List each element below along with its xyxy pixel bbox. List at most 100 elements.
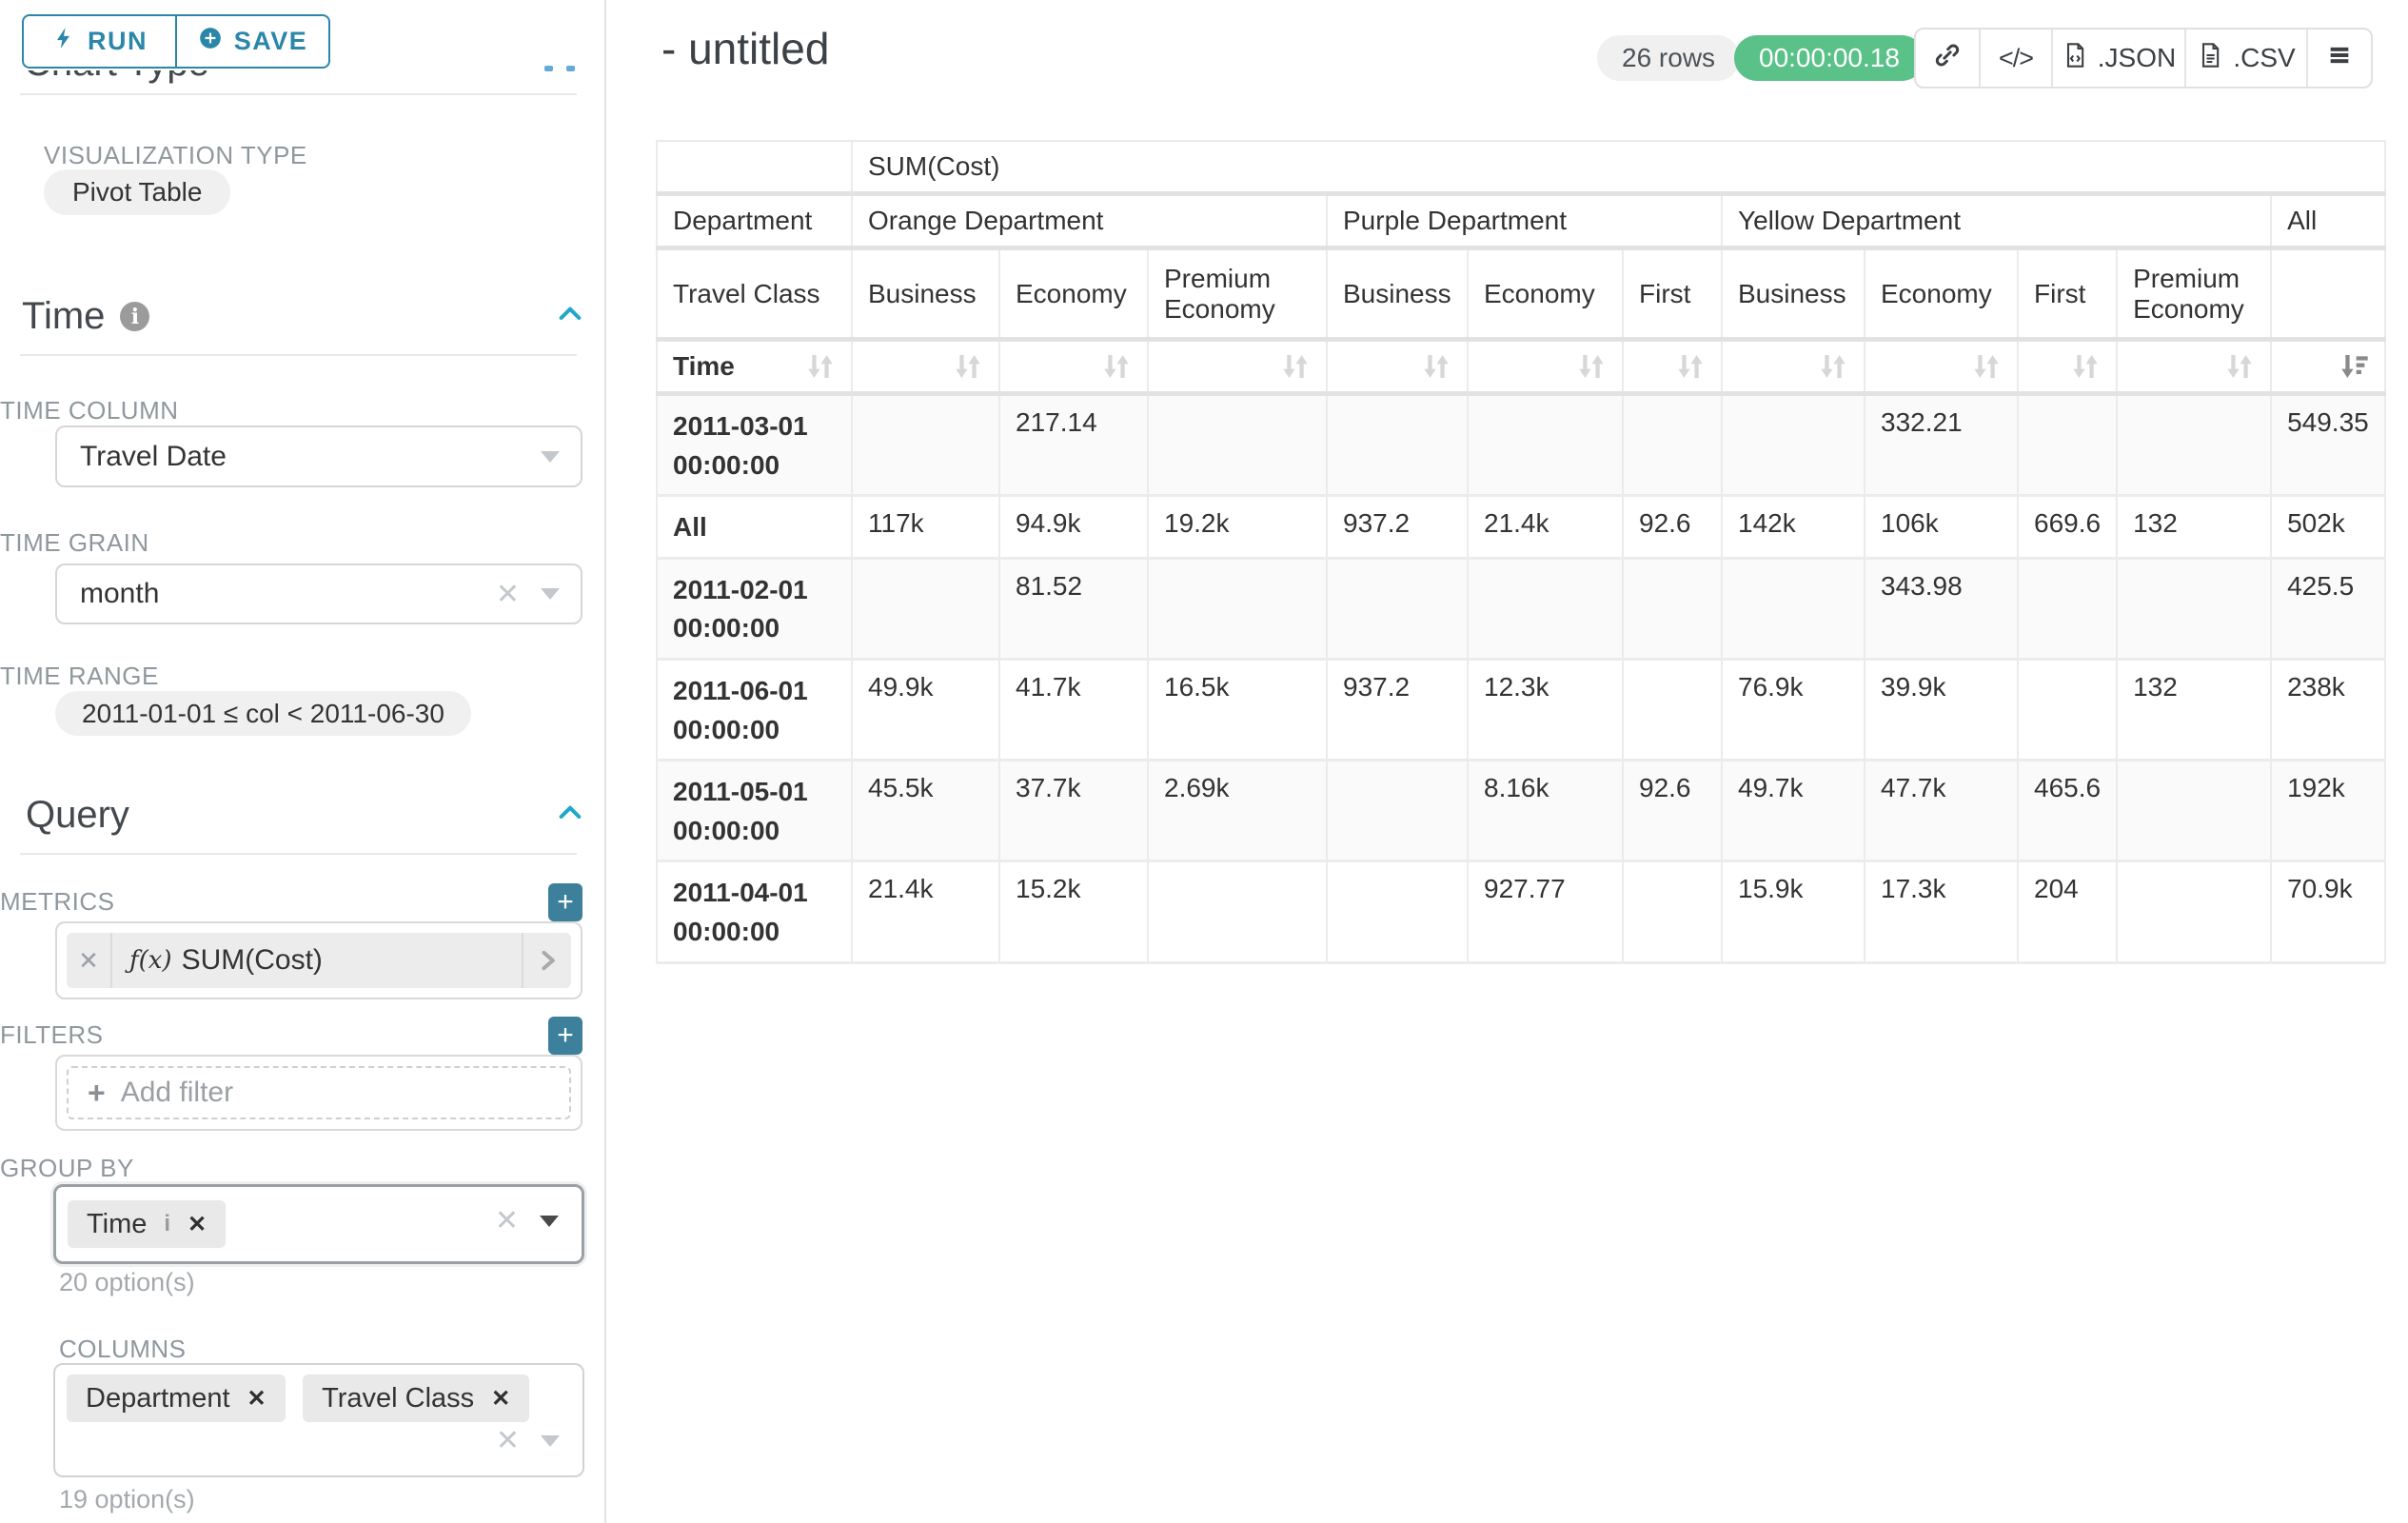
caret-down-icon bbox=[541, 451, 560, 463]
export-csv-button[interactable]: .CSV bbox=[2184, 30, 2306, 87]
groupby-tag-time[interactable]: Time i ✕ bbox=[68, 1200, 226, 1248]
lightning-bolt-icon bbox=[51, 26, 76, 57]
pivot-data-row: 2011-03-01 00:00:00217.14332.21549.35 bbox=[657, 394, 2385, 496]
pivot-column-header: Economy bbox=[999, 248, 1148, 340]
pivot-value-cell bbox=[1327, 394, 1468, 496]
pivot-value-cell bbox=[1623, 394, 1722, 496]
panel-drag-handle[interactable] bbox=[544, 66, 575, 71]
control-panel-sidebar: Chart Type RUN SAVE VISUALIZATION TYPE P… bbox=[0, 0, 606, 1523]
groupby-select[interactable]: Time i ✕ ✕ bbox=[53, 1184, 584, 1264]
columns-tag-department[interactable]: Department ✕ bbox=[67, 1375, 286, 1422]
pivot-row-dimension-header: Department bbox=[657, 194, 852, 248]
pivot-data-row: 2011-05-01 00:00:0045.5k37.7k2.69k8.16k9… bbox=[657, 761, 2385, 861]
pivot-sort-header[interactable] bbox=[2117, 340, 2271, 394]
columns-tag-label: Travel Class bbox=[322, 1383, 474, 1414]
pivot-value-cell bbox=[2018, 558, 2117, 659]
pivot-value-cell bbox=[1468, 558, 1623, 659]
query-section-header: Query bbox=[26, 794, 585, 837]
chart-title[interactable]: - untitled bbox=[661, 23, 829, 74]
pivot-value-cell: 425.5 bbox=[2271, 558, 2385, 659]
info-icon: i bbox=[164, 1211, 170, 1237]
pivot-group-header: All bbox=[2271, 194, 2385, 248]
time-range-pill[interactable]: 2011-01-01 ≤ col < 2011-06-30 bbox=[55, 691, 471, 736]
pivot-sort-header[interactable] bbox=[1327, 340, 1468, 394]
pivot-sort-header[interactable] bbox=[1148, 340, 1327, 394]
remove-metric-icon[interactable]: ✕ bbox=[67, 933, 112, 988]
pivot-row-label: 2011-06-01 00:00:00 bbox=[657, 659, 852, 760]
pivot-value-cell bbox=[2117, 761, 2271, 861]
chevron-up-icon[interactable] bbox=[555, 299, 585, 334]
time-section-header: Time i bbox=[22, 295, 585, 338]
time-grain-value: month bbox=[57, 578, 496, 610]
pivot-sort-header-desc[interactable] bbox=[2271, 340, 2385, 394]
pivot-data-row: 2011-06-01 00:00:0049.9k41.7k16.5k937.21… bbox=[657, 659, 2385, 760]
pivot-value-cell: 927.77 bbox=[1468, 861, 1623, 962]
pivot-sort-header[interactable] bbox=[1623, 340, 1722, 394]
chevron-up-icon[interactable] bbox=[555, 798, 585, 833]
add-metric-button[interactable]: + bbox=[548, 883, 582, 921]
remove-tag-icon[interactable]: ✕ bbox=[247, 1385, 266, 1413]
pivot-value-cell: 15.2k bbox=[999, 861, 1148, 962]
export-json-button[interactable]: .JSON bbox=[2051, 30, 2184, 87]
columns-label: COLUMNS bbox=[59, 1335, 187, 1364]
pivot-sort-header[interactable] bbox=[1865, 340, 2018, 394]
pivot-value-cell: 45.5k bbox=[852, 761, 999, 861]
fx-icon: ƒ(x) bbox=[129, 946, 172, 975]
pivot-value-cell: 192k bbox=[2271, 761, 2385, 861]
pivot-value-cell: 92.6 bbox=[1623, 761, 1722, 861]
pivot-table-container: SUM(Cost)DepartmentOrange DepartmentPurp… bbox=[656, 140, 2386, 964]
pivot-value-cell: 343.98 bbox=[1865, 558, 2018, 659]
groupby-tag-label: Time bbox=[87, 1209, 147, 1240]
remove-tag-icon[interactable]: ✕ bbox=[188, 1211, 207, 1238]
filters-label: FILTERS bbox=[0, 1020, 103, 1050]
pivot-value-cell bbox=[2117, 558, 2271, 659]
pivot-table: SUM(Cost)DepartmentOrange DepartmentPurp… bbox=[656, 140, 2386, 964]
pivot-value-cell bbox=[1722, 558, 1865, 659]
add-filter-dropzone[interactable]: + Add filter bbox=[67, 1066, 571, 1119]
pivot-value-cell: 132 bbox=[2117, 496, 2271, 559]
visualization-type-pill[interactable]: Pivot Table bbox=[44, 169, 230, 215]
pivot-sort-header[interactable] bbox=[2018, 340, 2117, 394]
query-section-title: Query bbox=[26, 794, 129, 837]
copy-link-button[interactable] bbox=[1916, 30, 1979, 87]
caret-down-icon bbox=[540, 1216, 559, 1227]
chevron-right-icon[interactable] bbox=[522, 933, 571, 988]
row-count-badge: 26 rows bbox=[1597, 35, 1740, 81]
pivot-row-label: 2011-04-01 00:00:00 bbox=[657, 861, 852, 962]
pivot-group-header: Yellow Department bbox=[1722, 194, 2271, 248]
pivot-value-cell: 70.9k bbox=[2271, 861, 2385, 962]
run-button[interactable]: RUN bbox=[24, 16, 175, 67]
pivot-value-cell bbox=[2117, 861, 2271, 962]
pivot-value-cell bbox=[2018, 394, 2117, 496]
time-grain-select[interactable]: month ✕ bbox=[55, 564, 582, 624]
pivot-value-cell: 12.3k bbox=[1468, 659, 1623, 760]
columns-select[interactable]: Department ✕ Travel Class ✕ ✕ bbox=[53, 1363, 584, 1477]
pivot-sort-header[interactable] bbox=[852, 340, 999, 394]
save-button[interactable]: SAVE bbox=[175, 16, 328, 67]
pivot-sort-header[interactable] bbox=[1468, 340, 1623, 394]
columns-tag-travel-class[interactable]: Travel Class ✕ bbox=[303, 1375, 529, 1422]
explore-page: Chart Type RUN SAVE VISUALIZATION TYPE P… bbox=[0, 0, 2408, 1523]
pivot-sort-header[interactable] bbox=[1722, 340, 1865, 394]
time-column-value: Travel Date bbox=[57, 441, 541, 473]
clear-all-icon[interactable]: ✕ bbox=[496, 1424, 520, 1457]
more-options-button[interactable] bbox=[2306, 30, 2371, 87]
remove-tag-icon[interactable]: ✕ bbox=[491, 1385, 510, 1413]
metric-pill[interactable]: ✕ ƒ(x) SUM(Cost) bbox=[67, 933, 571, 988]
pivot-value-cell: 17.3k bbox=[1865, 861, 2018, 962]
groupby-label: GROUP BY bbox=[0, 1154, 134, 1183]
pivot-column-header: Business bbox=[1327, 248, 1468, 340]
time-column-select[interactable]: Travel Date bbox=[55, 425, 582, 487]
view-query-button[interactable]: </> bbox=[1979, 30, 2051, 87]
run-save-button-group: RUN SAVE bbox=[22, 14, 330, 69]
pivot-value-cell: 21.4k bbox=[852, 861, 999, 962]
add-filter-button[interactable]: + bbox=[548, 1017, 582, 1055]
pivot-time-sort-header[interactable]: Time bbox=[657, 340, 852, 394]
json-label: .JSON bbox=[2098, 43, 2176, 73]
clear-all-icon[interactable]: ✕ bbox=[495, 1204, 519, 1237]
clear-icon[interactable]: ✕ bbox=[496, 578, 520, 611]
pivot-sort-header[interactable] bbox=[999, 340, 1148, 394]
groupby-helper-text: 20 option(s) bbox=[59, 1268, 195, 1297]
pivot-value-cell bbox=[1623, 659, 1722, 760]
pivot-value-cell: 49.9k bbox=[852, 659, 999, 760]
